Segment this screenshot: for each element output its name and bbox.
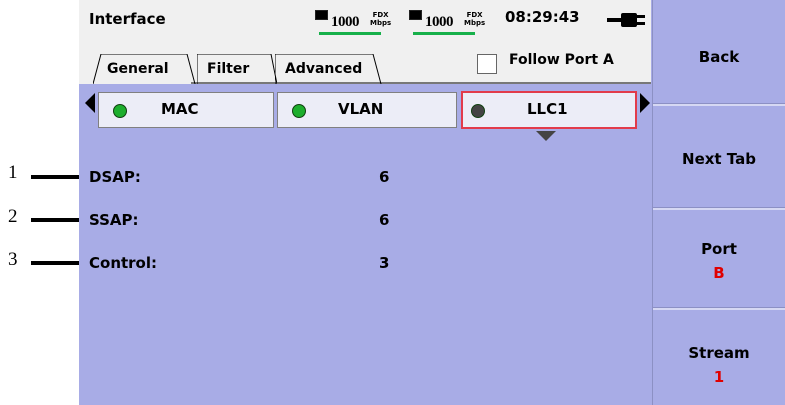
callout-2: 2 <box>8 206 18 227</box>
field-dsap-label: DSAP: <box>89 168 141 186</box>
port-button[interactable]: Port B <box>652 208 785 308</box>
back-button[interactable]: Back <box>652 0 785 104</box>
port-button-label: Port <box>701 240 737 258</box>
port-a-unit: Mbps <box>370 19 392 27</box>
tab-advanced[interactable]: Advanced <box>275 54 382 84</box>
scroll-left-icon[interactable] <box>85 93 95 113</box>
page-title: Interface <box>89 10 166 28</box>
next-tab-button-label: Next Tab <box>682 150 756 168</box>
tab-general[interactable]: General <box>93 54 196 84</box>
subtab-vlan[interactable]: VLAN <box>277 92 457 128</box>
port-button-value: B <box>713 264 725 282</box>
power-plug-icon <box>607 13 645 27</box>
callout-1: 1 <box>8 162 18 183</box>
next-tab-button[interactable]: Next Tab <box>652 104 785 208</box>
stream-button[interactable]: Stream 1 <box>652 308 785 405</box>
status-dot-icon <box>471 104 485 118</box>
tab-filter-label: Filter <box>207 61 250 77</box>
tab-general-label: General <box>107 61 169 77</box>
port-a-duplex: FDX <box>372 11 389 19</box>
subtab-mac-label: MAC <box>161 100 199 118</box>
stream-button-value: 1 <box>713 368 725 386</box>
callout-line-3 <box>31 261 83 265</box>
follow-port-checkbox[interactable] <box>477 54 497 74</box>
subtab-mac[interactable]: MAC <box>98 92 274 128</box>
title-bar: Interface 1000 FDX Mbps 1000 FDX Mbps 08… <box>79 0 651 39</box>
follow-port-label: Follow Port A <box>509 52 614 68</box>
device-screen: Interface 1000 FDX Mbps 1000 FDX Mbps 08… <box>79 0 785 405</box>
clock: 08:29:43 <box>505 8 580 26</box>
subtab-llc1-label: LLC1 <box>527 100 568 118</box>
port-a-speed: 1000 <box>331 14 360 30</box>
port-b-speed: 1000 <box>425 14 454 30</box>
stream-button-label: Stream <box>688 344 750 362</box>
tab-filter[interactable]: Filter <box>197 54 277 84</box>
field-ssap-label: SSAP: <box>89 211 139 229</box>
port-a-link-bar <box>319 32 381 35</box>
callout-line-1 <box>31 175 83 179</box>
field-dsap-value[interactable]: 6 <box>379 168 389 186</box>
port-led-icon <box>315 10 328 20</box>
tab-advanced-label: Advanced <box>285 61 363 77</box>
port-b-unit: Mbps <box>464 19 486 27</box>
port-b-duplex: FDX <box>466 11 483 19</box>
status-dot-icon <box>292 104 306 118</box>
callout-3: 3 <box>8 249 18 270</box>
port-b-link-bar <box>413 32 475 35</box>
back-button-label: Back <box>698 48 740 66</box>
status-dot-icon <box>113 104 127 118</box>
field-ssap-value[interactable]: 6 <box>379 211 389 229</box>
field-control-label: Control: <box>89 254 158 272</box>
callout-line-2 <box>31 218 83 222</box>
port-led-icon <box>409 10 422 20</box>
field-control-value[interactable]: 3 <box>379 254 389 272</box>
subtab-vlan-label: VLAN <box>338 100 384 118</box>
subtab-llc1[interactable]: LLC1 <box>461 91 637 129</box>
chevron-down-icon <box>536 131 556 141</box>
scroll-right-icon[interactable] <box>640 93 650 113</box>
